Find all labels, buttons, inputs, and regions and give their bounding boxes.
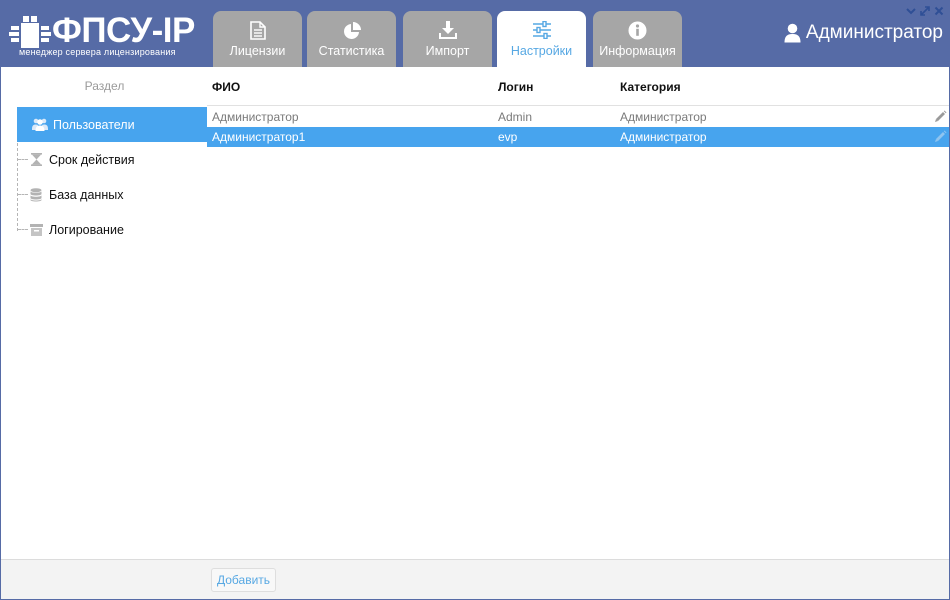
column-header-login[interactable]: Логин xyxy=(498,80,533,94)
cell-name: Администратор1 xyxy=(212,130,306,144)
app-header: ФПСУ-IP менеджер сервера лицензирования … xyxy=(0,0,950,68)
tab-statistics-label: Статистика xyxy=(318,44,385,58)
window-controls xyxy=(905,4,945,16)
user-icon xyxy=(784,23,801,43)
current-user[interactable]: Администратор xyxy=(784,22,943,44)
sidebar-item-logging[interactable]: Логирование xyxy=(14,212,204,247)
table-row[interactable]: Администратор1 evp Администратор xyxy=(207,127,949,147)
download-icon xyxy=(403,21,492,41)
tab-settings-label: Настройки xyxy=(510,44,573,58)
sidebar-item-database[interactable]: База данных xyxy=(14,177,204,212)
tab-settings[interactable]: Настройки xyxy=(497,11,586,68)
users-table: ФИО Логин Категория Администратор Admin … xyxy=(207,67,949,559)
sidebar-item-label: Логирование xyxy=(49,222,124,237)
section-header: Раздел xyxy=(84,79,125,93)
pencil-icon[interactable] xyxy=(934,130,947,143)
sliders-icon xyxy=(497,21,586,41)
hourglass-icon xyxy=(28,153,44,167)
pie-chart-icon xyxy=(307,21,396,41)
add-user-button[interactable]: Добавить xyxy=(211,568,277,592)
document-icon xyxy=(213,21,302,41)
tab-import[interactable]: Импорт xyxy=(403,11,492,67)
sidebar-item-label: Срок действия xyxy=(49,152,135,167)
logo-castle-mark xyxy=(9,16,51,48)
cell-name: Администратор xyxy=(212,110,299,124)
logo-subtitle: менеджер сервера лицензирования xyxy=(19,47,176,57)
users-icon xyxy=(32,118,48,132)
cell-login: Admin xyxy=(498,110,533,124)
pencil-icon[interactable] xyxy=(934,110,947,123)
minimize-icon[interactable] xyxy=(905,4,917,16)
sidebar-item-label: База данных xyxy=(49,187,124,202)
sidebar-item-expiry[interactable]: Срок действия xyxy=(14,142,204,177)
cell-login: evp xyxy=(498,130,518,144)
log-icon xyxy=(28,223,44,237)
logo-title: ФПСУ-IP xyxy=(52,11,195,50)
section-sidebar: Раздел Пользователи Срок действия База д… xyxy=(2,67,207,559)
app-logo: ФПСУ-IP менеджер сервера лицензирования xyxy=(6,10,206,60)
action-footer: Добавить xyxy=(1,559,949,599)
tab-licenses[interactable]: Лицензии xyxy=(213,11,302,67)
cell-category: Администратор xyxy=(620,130,707,144)
tab-info-label: Информация xyxy=(599,44,676,58)
database-icon xyxy=(28,187,44,202)
tab-info[interactable]: Информация xyxy=(593,11,682,67)
column-header-category[interactable]: Категория xyxy=(620,80,681,94)
content-frame: Раздел Пользователи Срок действия База д… xyxy=(0,67,950,600)
table-row[interactable]: Администратор Admin Администратор xyxy=(207,107,949,127)
cell-category: Администратор xyxy=(620,110,707,124)
tab-statistics[interactable]: Статистика xyxy=(307,11,396,67)
user-name: Администратор xyxy=(805,22,943,43)
column-header-name[interactable]: ФИО xyxy=(212,80,240,94)
tab-licenses-label: Лицензии xyxy=(229,44,286,58)
info-icon xyxy=(593,21,682,41)
table-header: ФИО Логин Категория xyxy=(207,67,949,106)
tab-import-label: Импорт xyxy=(425,44,470,58)
sidebar-item-label: Пользователи xyxy=(53,117,135,132)
sidebar-item-users[interactable]: Пользователи xyxy=(17,107,207,142)
maximize-icon[interactable] xyxy=(919,4,931,16)
close-icon[interactable] xyxy=(933,4,945,16)
